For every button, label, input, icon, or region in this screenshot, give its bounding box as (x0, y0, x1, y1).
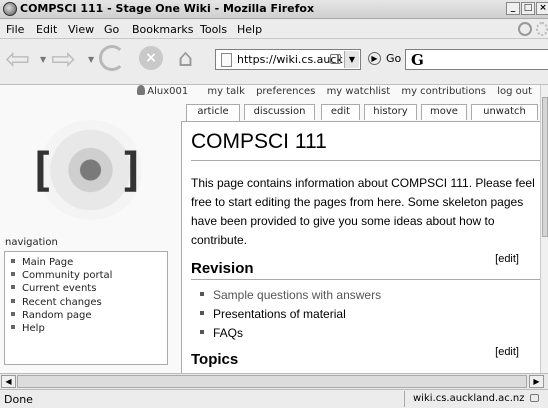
menu-edit[interactable]: Edit (36, 23, 57, 36)
horizontal-scroll-thumb[interactable] (17, 375, 527, 388)
vertical-scroll-thumb[interactable] (542, 97, 548, 237)
maximize-button[interactable]: □ (521, 2, 535, 15)
url-text[interactable]: https://wiki.cs.auck (237, 53, 343, 66)
activity-indicator-icon (536, 22, 548, 36)
article-body: COMPSCI 111 This page contains informati… (181, 121, 540, 373)
status-bar: Done wiki.cs.auckland.ac.nz (0, 389, 548, 408)
page-title: COMPSCI 111 (191, 130, 327, 153)
window-title: COMPSCI 111 - Stage One Wiki - Mozilla F… (20, 2, 315, 15)
personal-link-logout[interactable]: log out (497, 86, 532, 97)
url-dropdown-icon[interactable]: ▼ (344, 51, 359, 68)
personal-tools: Alux001 my talk preferences my watchlist… (137, 85, 540, 101)
logo-left-bracket: [ (28, 143, 56, 197)
tab-history[interactable]: history (364, 104, 417, 120)
user-icon (137, 85, 146, 95)
scroll-right-icon[interactable]: ▶ (529, 375, 544, 388)
back-dropdown-icon[interactable]: ▼ (40, 55, 46, 64)
page-icon (221, 53, 232, 67)
personal-link-user[interactable]: Alux001 (147, 86, 188, 97)
sidebar-item-current-events[interactable]: Current events (11, 282, 167, 295)
menu-go[interactable]: Go (104, 23, 119, 36)
personal-link-watchlist[interactable]: my watchlist (327, 86, 391, 97)
section-heading-topics: Topics (191, 351, 239, 368)
horizontal-scrollbar[interactable]: ◀ ▶ (0, 373, 548, 389)
back-icon[interactable]: ⇦ (5, 45, 30, 75)
go-button[interactable]: Go (386, 52, 401, 65)
reload-icon[interactable] (99, 45, 125, 71)
close-button[interactable]: × (536, 2, 548, 15)
forward-dropdown-icon[interactable]: ▼ (88, 55, 94, 64)
navigation-portlet: Main Page Community portal Current event… (4, 251, 168, 365)
site-domain-text: wiki.cs.auckland.ac.nz (413, 393, 525, 404)
navigation-heading: navigation (5, 237, 58, 248)
home-icon[interactable]: ⌂ (178, 45, 193, 71)
scroll-left-icon[interactable]: ◀ (1, 375, 16, 388)
menu-bookmarks[interactable]: Bookmarks (132, 23, 193, 36)
sidebar-item-main-page[interactable]: Main Page (11, 256, 167, 269)
navigation-toolbar: ⇦ ▼ ⇨ ▼ × ⌂ https://wiki.cs.auck ▼ ▶ Go … (0, 39, 548, 85)
menu-help[interactable]: Help (237, 23, 262, 36)
edit-section-revision-link[interactable]: [edit] (495, 253, 519, 265)
menu-file[interactable]: File (6, 23, 24, 36)
wiki-logo[interactable]: [ ] (8, 115, 168, 225)
sidebar-item-recent-changes[interactable]: Recent changes (11, 296, 167, 309)
minimize-button[interactable]: _ (506, 2, 520, 15)
tab-article[interactable]: article (186, 104, 240, 121)
personal-link-contributions[interactable]: my contributions (401, 86, 486, 97)
tab-move[interactable]: move (421, 104, 467, 120)
intro-paragraph: This page contains information about COM… (191, 176, 535, 247)
title-divider (191, 160, 540, 161)
forward-icon[interactable]: ⇨ (51, 45, 76, 75)
vertical-scrollbar[interactable] (540, 85, 548, 373)
personal-link-preferences[interactable]: preferences (256, 86, 315, 97)
padlock-icon[interactable] (529, 394, 539, 402)
go-icon[interactable]: ▶ (368, 52, 381, 65)
menu-tools[interactable]: Tools (200, 23, 227, 36)
activity-throbber-icon (518, 22, 532, 36)
title-bar: COMPSCI 111 - Stage One Wiki - Mozilla F… (0, 0, 548, 19)
page-content: Alux001 my talk preferences my watchlist… (0, 85, 540, 373)
sidebar-item-help[interactable]: Help (11, 322, 167, 335)
logo-right-bracket: ] (118, 143, 146, 197)
site-domain[interactable]: wiki.cs.auckland.ac.nz (404, 391, 548, 407)
menu-bar: File Edit View Go Bookmarks Tools Help (0, 19, 548, 39)
list-item-sample-questions[interactable]: Sample questions with answers (200, 286, 381, 305)
menu-view[interactable]: View (68, 23, 94, 36)
section-heading-revision: Revision (191, 260, 254, 277)
revision-list: Sample questions with answers Presentati… (200, 286, 381, 343)
stop-icon[interactable]: × (139, 46, 163, 70)
tab-edit[interactable]: edit (321, 104, 360, 120)
status-text: Done (4, 393, 33, 406)
tab-unwatch[interactable]: unwatch (471, 104, 538, 120)
edit-section-topics-link[interactable]: [edit] (495, 346, 519, 358)
list-item-presentations[interactable]: Presentations of material (200, 305, 381, 324)
sidebar-item-random-page[interactable]: Random page (11, 309, 167, 322)
section-divider (191, 279, 540, 280)
personal-link-talk[interactable]: my talk (207, 86, 244, 97)
list-item-faqs[interactable]: FAQs (200, 324, 381, 343)
tab-discussion[interactable]: discussion (244, 104, 315, 120)
search-input[interactable]: G (405, 49, 548, 70)
sidebar-item-community-portal[interactable]: Community portal (11, 269, 167, 282)
url-bar[interactable]: https://wiki.cs.auck ▼ (215, 49, 361, 70)
firefox-icon (3, 2, 17, 16)
search-engine-icon[interactable]: G (411, 51, 424, 69)
lock-icon[interactable] (330, 54, 341, 64)
